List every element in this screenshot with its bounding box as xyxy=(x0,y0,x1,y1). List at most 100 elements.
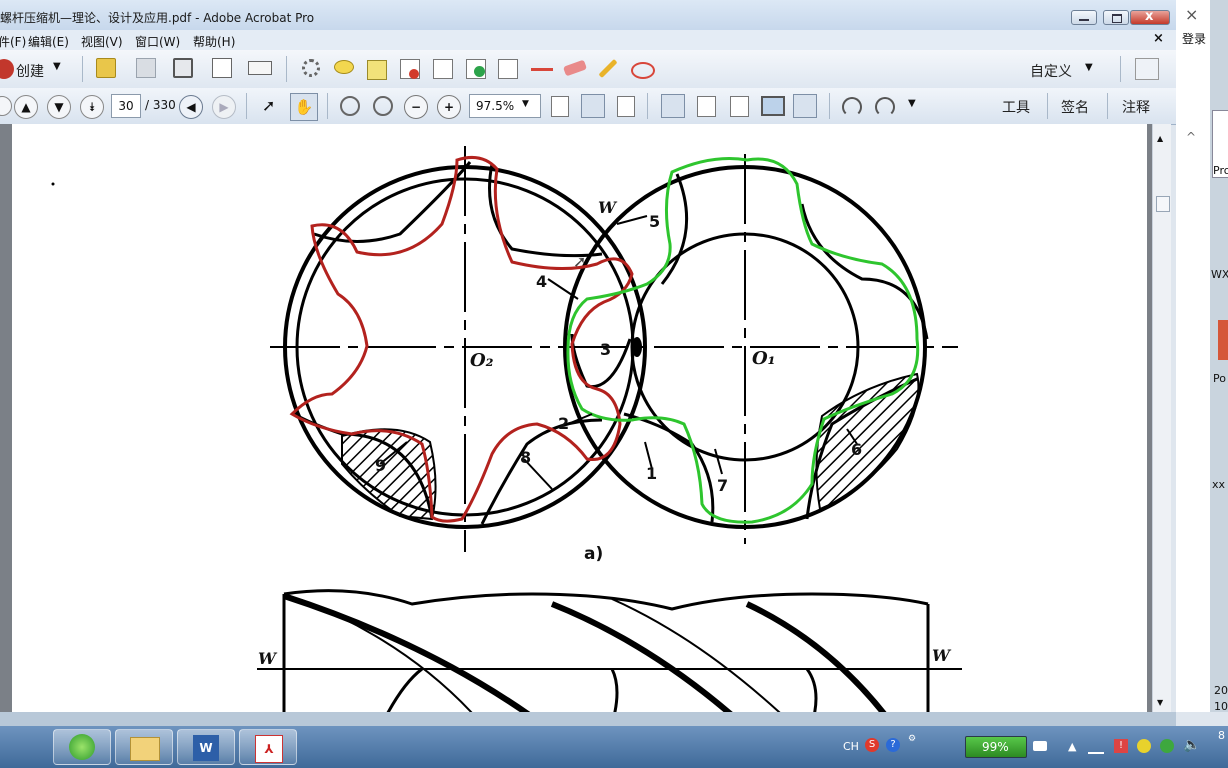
menu-view[interactable]: 视图(V) xyxy=(81,33,123,50)
scroll-thumb[interactable] xyxy=(1156,196,1170,212)
taskbar-explorer[interactable] xyxy=(115,729,173,765)
scroll-down-icon[interactable]: ▼ xyxy=(1157,698,1163,707)
main-toolbar: 创建 ▼ 自定义 ▼ xyxy=(0,50,1176,89)
volume-icon[interactable]: 🔈 xyxy=(1183,737,1200,753)
menu-edit[interactable]: 编辑(E) xyxy=(28,33,69,50)
date-fragment-1: 20 xyxy=(1214,684,1228,697)
panel-close-icon[interactable]: × xyxy=(1185,5,1198,24)
zoom-out-icon[interactable]: − xyxy=(404,95,428,119)
battery-percent: 99% xyxy=(982,740,1009,754)
scrolling-icon[interactable] xyxy=(697,96,716,117)
full-screen-icon[interactable] xyxy=(761,96,785,116)
open-folder-icon[interactable] xyxy=(96,58,116,78)
forward-view-icon[interactable]: ▶ xyxy=(212,95,236,119)
login-link[interactable]: 登录 xyxy=(1182,30,1206,47)
minimize-button[interactable] xyxy=(1071,10,1097,25)
desktop-item-xx[interactable]: xx xyxy=(1212,478,1225,491)
comment-pane-button[interactable]: 注释 xyxy=(1122,97,1150,117)
battery-indicator[interactable]: 99% xyxy=(965,736,1027,758)
toolbar-separator xyxy=(1120,56,1121,82)
first-page-icon[interactable] xyxy=(0,96,12,116)
print-icon[interactable] xyxy=(173,58,193,78)
read-mode-icon[interactable] xyxy=(793,94,817,118)
ime-settings-icon[interactable]: ⚙ xyxy=(908,734,916,744)
eraser-icon[interactable] xyxy=(562,59,588,77)
page-total: / 330 xyxy=(145,98,176,112)
select-tool-icon[interactable]: ➚ xyxy=(262,96,275,115)
ime-indicator[interactable]: CH xyxy=(843,740,859,753)
cloud-shape-icon[interactable] xyxy=(631,62,655,79)
close-window-button[interactable]: x xyxy=(1130,9,1170,25)
vertical-scrollbar[interactable]: ▲ ▼ xyxy=(1152,124,1171,712)
show-hidden-icons[interactable]: ▲ xyxy=(1068,740,1076,753)
fit-page-icon[interactable] xyxy=(617,96,635,117)
sticky-note-icon[interactable] xyxy=(367,60,387,80)
back-view-icon[interactable]: ◀ xyxy=(179,95,203,119)
zoom-value: 97.5% xyxy=(476,99,515,113)
save-icon[interactable] xyxy=(136,58,156,78)
line-tool-icon[interactable] xyxy=(531,68,553,71)
marquee-zoom-icon[interactable] xyxy=(340,96,360,116)
taskbar-word[interactable]: W xyxy=(177,729,235,765)
zoom-dropdown-icon[interactable]: ▼ xyxy=(522,99,529,109)
menu-file[interactable]: 文件(F) xyxy=(0,33,26,50)
action-center-icon[interactable]: ! xyxy=(1114,739,1128,753)
document-viewport[interactable]: O₂ O₁ W W W 5 4 3 2 1 7 6 8 9 a) ➚ xyxy=(0,124,1152,712)
export-page-icon[interactable] xyxy=(466,59,486,79)
settings-gear-icon[interactable] xyxy=(302,59,320,77)
dynamic-zoom-icon[interactable] xyxy=(373,96,393,116)
update-icon[interactable] xyxy=(1160,739,1174,753)
single-page-icon[interactable] xyxy=(661,94,685,118)
acrobat-icon: ⅄ xyxy=(255,735,283,763)
panel-collapse-icon[interactable]: ^ xyxy=(1186,130,1196,144)
network-signal-icon[interactable] xyxy=(1088,740,1104,754)
close-document-icon[interactable]: × xyxy=(1153,31,1164,46)
word-icon: W xyxy=(193,735,219,761)
scroll-up-icon[interactable]: ▲ xyxy=(1157,134,1163,143)
comment-bubble-icon[interactable] xyxy=(334,60,354,74)
customize-button[interactable]: 自定义 xyxy=(1030,61,1072,81)
more-tools-icon[interactable]: ▼ xyxy=(908,98,916,109)
taskbar-acrobat[interactable]: ⅄ xyxy=(239,729,297,765)
taskbar-browser[interactable] xyxy=(53,729,111,765)
rotate-counterclockwise-icon[interactable] xyxy=(875,97,895,117)
sogou-icon[interactable]: S xyxy=(865,738,879,752)
search-document-icon[interactable] xyxy=(433,59,453,79)
maximize-button[interactable] xyxy=(1103,10,1129,25)
desktop-item-wx[interactable]: WX xyxy=(1211,268,1228,281)
two-page-icon[interactable] xyxy=(730,96,749,117)
page-number-input[interactable]: 30 xyxy=(111,94,141,118)
tools-pane-button[interactable]: 工具 xyxy=(1002,97,1030,117)
desktop-item-pro[interactable]: Pro xyxy=(1213,164,1228,177)
delete-page-icon[interactable] xyxy=(400,59,420,79)
expand-view-icon[interactable] xyxy=(1135,58,1159,80)
menu-window[interactable]: 窗口(W) xyxy=(135,33,180,50)
toolbar-separator xyxy=(327,93,328,119)
next-page-icon[interactable]: ▼ xyxy=(47,95,71,119)
zoom-in-icon[interactable]: + xyxy=(437,95,461,119)
email-icon[interactable] xyxy=(248,61,272,75)
hand-tool-icon[interactable]: ✋ xyxy=(290,93,318,121)
window-title: 螺杆压缩机—理论、设计及应用.pdf - Adobe Acrobat Pro xyxy=(0,11,315,25)
rotate-clockwise-icon[interactable] xyxy=(842,97,862,117)
help-icon[interactable]: ? xyxy=(886,738,900,752)
security-icon[interactable] xyxy=(1137,739,1151,753)
previous-page-icon[interactable]: ▲ xyxy=(14,95,38,119)
power-plug-icon[interactable] xyxy=(1033,741,1047,751)
create-dropdown-icon[interactable]: ▼ xyxy=(53,61,61,72)
toolbar-separator xyxy=(286,56,287,82)
stamp-icon[interactable] xyxy=(498,59,518,79)
edit-document-icon[interactable] xyxy=(212,58,232,78)
fit-width-icon[interactable] xyxy=(581,94,605,118)
zoom-select[interactable]: 97.5% ▼ xyxy=(469,94,541,118)
last-page-icon[interactable]: ⯯ xyxy=(80,95,104,119)
create-button[interactable]: 创建 xyxy=(16,61,44,81)
desktop-item-po[interactable]: Po xyxy=(1213,372,1226,385)
customize-dropdown-icon[interactable]: ▼ xyxy=(1085,62,1093,73)
menu-help[interactable]: 帮助(H) xyxy=(193,33,235,50)
actual-size-icon[interactable] xyxy=(551,96,569,117)
powerpoint-icon[interactable] xyxy=(1218,320,1228,360)
pencil-icon[interactable] xyxy=(598,58,618,79)
sign-pane-button[interactable]: 签名 xyxy=(1061,97,1089,117)
mouse-cursor-icon: ➚ xyxy=(573,252,587,271)
